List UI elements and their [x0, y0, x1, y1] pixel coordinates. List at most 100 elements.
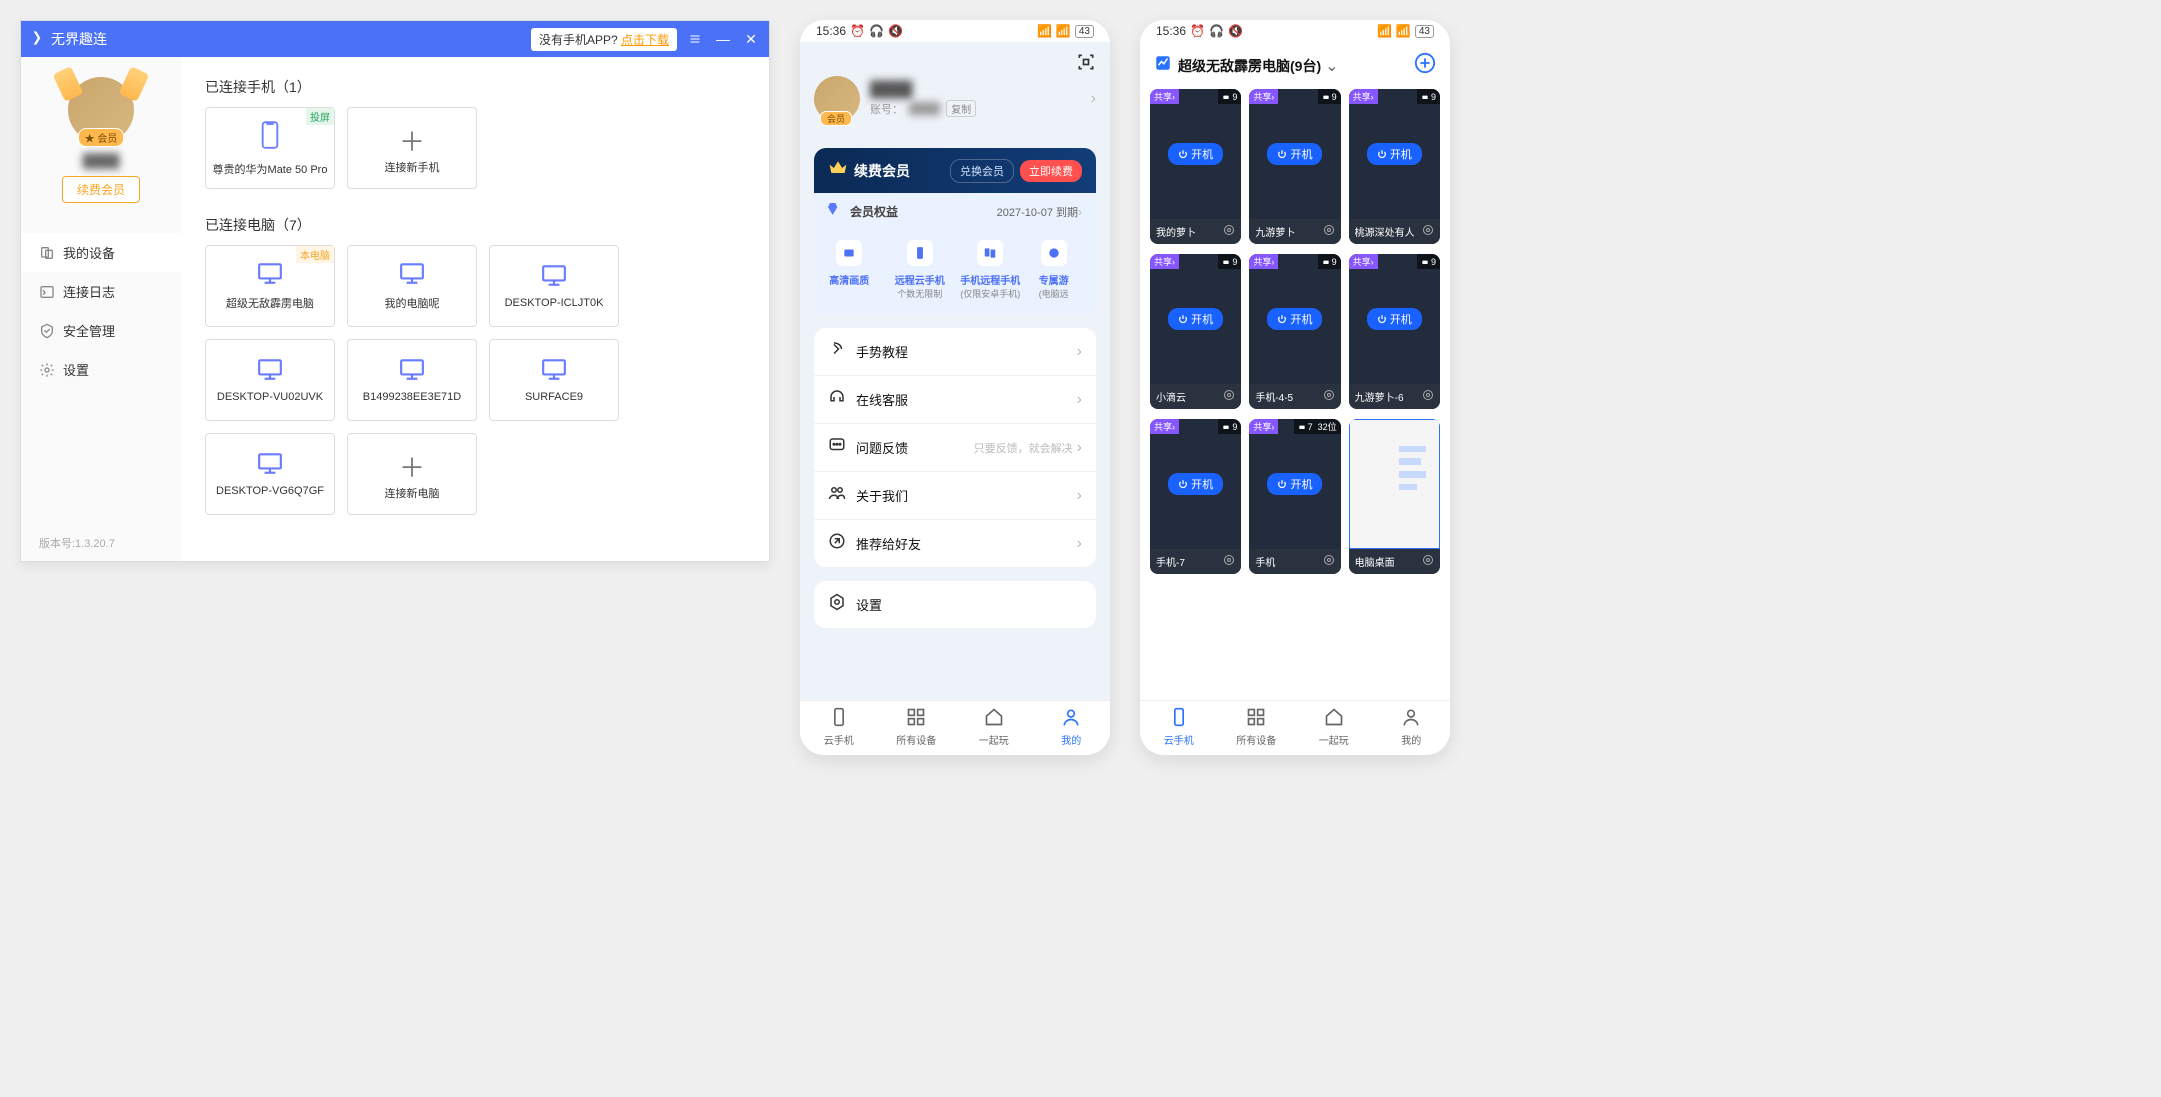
copy-button[interactable]: 复制: [946, 100, 976, 117]
renew-now-button[interactable]: 立即续费: [1020, 160, 1082, 182]
device-card-pc[interactable]: DESKTOP-VU02UVK: [205, 339, 335, 421]
menu-icon: [828, 532, 846, 555]
close-button[interactable]: ✕: [741, 29, 761, 49]
gear-icon[interactable]: [1323, 224, 1335, 239]
share-tag: 共享›: [1349, 89, 1378, 104]
sidebar-item-logs[interactable]: 连接日志: [21, 272, 181, 311]
menu-item[interactable]: 关于我们›: [814, 472, 1096, 520]
nav-item[interactable]: 所有设备: [878, 707, 956, 747]
cloud-device-card[interactable]: 共享›⊞ Windows电脑桌面: [1349, 419, 1440, 574]
cloud-device-card[interactable]: 共享› 9 开机九游萝卜: [1249, 89, 1340, 244]
monitor-icon: [399, 262, 425, 289]
device-group-header[interactable]: 超级无敌霹雳电脑(9台) ⌄: [1140, 42, 1450, 89]
mute-icon: 🔇: [1228, 24, 1243, 38]
status-bar: 15:36 ⏰ 🎧 🔇 📶 📶 43: [800, 20, 1110, 42]
nav-item[interactable]: 一起玩: [955, 707, 1033, 747]
gear-icon[interactable]: [1323, 389, 1335, 404]
add-button[interactable]: [1414, 52, 1436, 79]
gear-icon[interactable]: [1223, 554, 1235, 569]
chevron-right-icon: ›: [1077, 487, 1082, 505]
nav-item[interactable]: 我的: [1033, 707, 1111, 747]
gear-icon[interactable]: [1422, 389, 1434, 404]
nav-icon: [906, 707, 926, 730]
add-pc-card[interactable]: ＋连接新电脑: [347, 433, 477, 515]
power-button[interactable]: 开机: [1267, 308, 1322, 330]
scan-icon[interactable]: [1076, 52, 1096, 77]
nav-icon: [1169, 707, 1189, 730]
device-card-phone[interactable]: 投屏 尊贵的华为Mate 50 Pro: [205, 107, 335, 189]
menu-item[interactable]: 手势教程›: [814, 328, 1096, 376]
vip-feature[interactable]: 远程云手机个数无限制: [885, 240, 956, 300]
nav-item[interactable]: 我的: [1373, 707, 1451, 747]
sidebar-item-devices[interactable]: 我的设备: [21, 233, 181, 272]
headphones-icon: 🎧: [869, 24, 884, 38]
nav-item[interactable]: 云手机: [800, 707, 878, 747]
add-phone-card[interactable]: ＋ 连接新手机: [347, 107, 477, 189]
power-button[interactable]: 开机: [1267, 143, 1322, 165]
renew-vip-button[interactable]: 续费会员: [62, 176, 140, 203]
cloud-device-card[interactable]: 共享› 9 开机桃源深处有人: [1349, 89, 1440, 244]
device-card-pc[interactable]: 我的电脑呢: [347, 245, 477, 327]
menu-item[interactable]: 问题反馈只要反馈，就会解决›: [814, 424, 1096, 472]
vip-rights-row[interactable]: 会员权益 2027-10-07 到期 ›: [814, 193, 1096, 230]
gear-icon: [828, 593, 846, 616]
device-card-pc[interactable]: B1499238EE3E71D: [347, 339, 477, 421]
device-card-pc[interactable]: DESKTOP-ICLJT0K: [489, 245, 619, 327]
nav-item[interactable]: 所有设备: [1218, 707, 1296, 747]
gear-icon[interactable]: [1323, 554, 1335, 569]
device-card-pc[interactable]: DESKTOP-VG6Q7GF: [205, 433, 335, 515]
user-row[interactable]: 会员 ████ 账号：████ 复制 ›: [814, 76, 1096, 122]
power-button[interactable]: 开机: [1168, 143, 1223, 165]
cloud-device-card[interactable]: 共享› 9 开机手机-4-5: [1249, 254, 1340, 409]
vip-feature[interactable]: 专属游(电脑远: [1026, 240, 1082, 300]
gear-icon[interactable]: [1422, 554, 1434, 569]
nav-item[interactable]: 云手机: [1140, 707, 1218, 747]
side-nav: 我的设备 连接日志 安全管理 设置: [21, 233, 181, 525]
sidebar-item-settings[interactable]: 设置: [21, 350, 181, 389]
cloud-device-card[interactable]: 共享› 7 32位 开机手机: [1249, 419, 1340, 574]
menu-list: 手势教程›在线客服›问题反馈只要反馈，就会解决›关于我们›推荐给好友›: [814, 328, 1096, 567]
plus-icon: ＋: [399, 448, 425, 485]
wifi-icon: 📶: [1037, 24, 1052, 38]
monitor-icon: [541, 358, 567, 385]
device-card-pc[interactable]: 本电脑超级无敌霹雳电脑: [205, 245, 335, 327]
gear-icon[interactable]: [1223, 224, 1235, 239]
feature-icon: [1041, 240, 1067, 266]
menu-icon: [828, 340, 846, 363]
menu-item-settings[interactable]: 设置: [814, 581, 1096, 628]
nav-icon: [829, 707, 849, 730]
vip-feature[interactable]: 高清画质: [814, 240, 885, 300]
cloud-device-card[interactable]: 共享› 9 开机小滴云: [1150, 254, 1241, 409]
cloud-device-card[interactable]: 共享› 9 开机我的萝卜: [1150, 89, 1241, 244]
menu-button[interactable]: [685, 29, 705, 49]
power-button[interactable]: 开机: [1168, 308, 1223, 330]
username: ████: [870, 81, 1091, 98]
vip-badge: ★ 会员: [78, 128, 125, 147]
device-name: 手机: [1255, 554, 1275, 569]
avatar[interactable]: ★ 会员: [68, 77, 134, 143]
power-button[interactable]: 开机: [1367, 143, 1422, 165]
chevron-right-icon: ›: [1077, 391, 1082, 409]
main-panel: 已连接手机（1） 投屏 尊贵的华为Mate 50 Pro ＋ 连接新手机 已连接…: [181, 57, 769, 561]
cloud-device-card[interactable]: 共享› 9 开机手机-7: [1150, 419, 1241, 574]
sidebar-item-security[interactable]: 安全管理: [21, 311, 181, 350]
gear-icon[interactable]: [1422, 224, 1434, 239]
menu-item[interactable]: 推荐给好友›: [814, 520, 1096, 567]
device-card-pc[interactable]: SURFACE9: [489, 339, 619, 421]
nav-icon: [1061, 707, 1081, 730]
cloud-device-card[interactable]: 共享› 9 开机九游萝卜-6: [1349, 254, 1440, 409]
nav-item[interactable]: 一起玩: [1295, 707, 1373, 747]
info-tag: 9: [1218, 254, 1241, 269]
menu-item[interactable]: 在线客服›: [814, 376, 1096, 424]
power-button[interactable]: 开机: [1367, 308, 1422, 330]
power-button[interactable]: 开机: [1267, 473, 1322, 495]
swap-vip-button[interactable]: 兑换会员: [950, 159, 1014, 183]
avatar: 会员: [814, 76, 860, 122]
device-name: 我的萝卜: [1156, 224, 1196, 239]
wifi-icon: 📶: [1377, 24, 1392, 38]
download-app-prompt[interactable]: 没有手机APP? 点击下载: [531, 28, 677, 51]
vip-feature[interactable]: 手机远程手机(仅限安卓手机): [955, 240, 1026, 300]
minimize-button[interactable]: —: [713, 29, 733, 49]
power-button[interactable]: 开机: [1168, 473, 1223, 495]
gear-icon[interactable]: [1223, 389, 1235, 404]
